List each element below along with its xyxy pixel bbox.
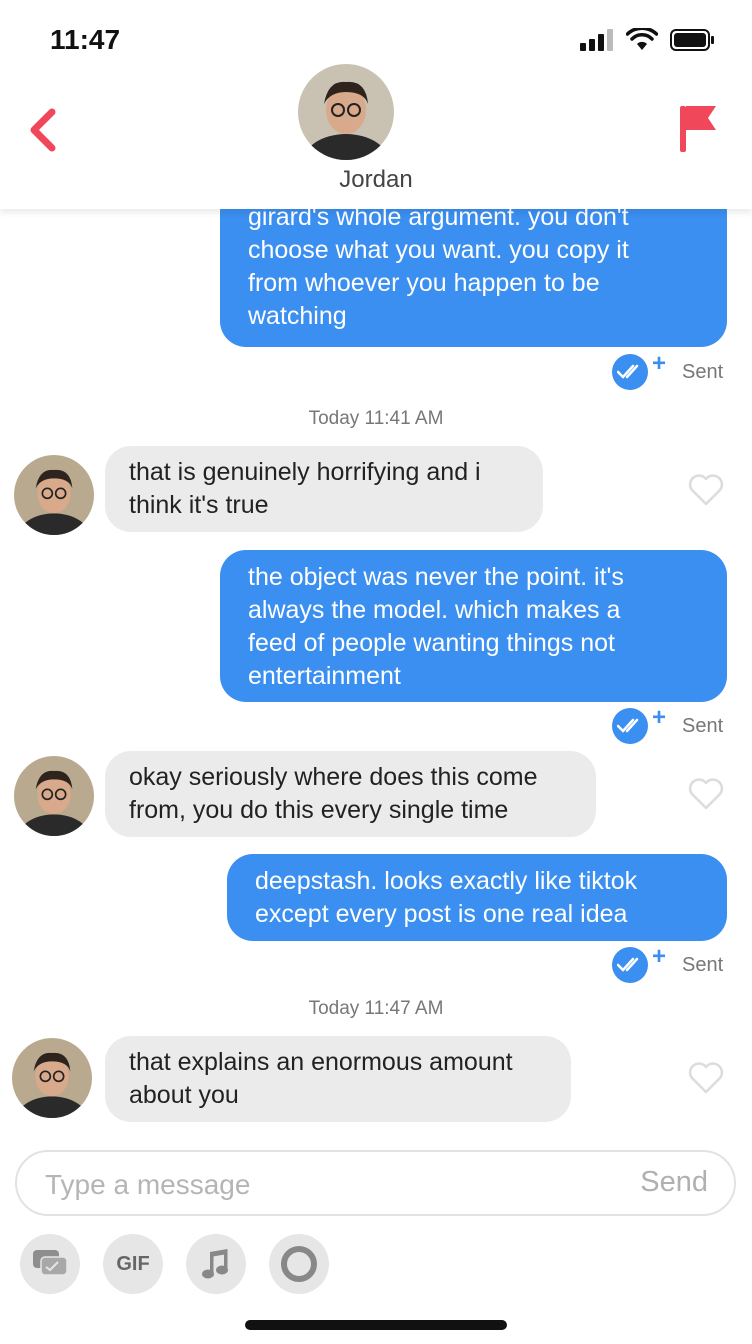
avatar-photo-icon [12, 1038, 92, 1118]
gif-button[interactable]: GIF [103, 1234, 163, 1294]
chat-prompts-button[interactable] [20, 1234, 80, 1294]
outgoing-message[interactable]: deepstash. looks exactly like tiktok exc… [227, 854, 727, 941]
message-input[interactable] [43, 1164, 607, 1206]
double-check-icon [612, 708, 648, 744]
heart-icon[interactable] [688, 778, 724, 810]
double-check-icon [612, 947, 648, 983]
message-composer: Send [15, 1150, 736, 1216]
wifi-icon [626, 28, 658, 50]
message-line: always the model. which makes a [248, 596, 621, 624]
status-icons [580, 28, 716, 52]
circle-button[interactable] [269, 1234, 329, 1294]
avatar[interactable] [14, 455, 94, 535]
gif-label: GIF [116, 1252, 150, 1275]
send-button[interactable]: Send [640, 1166, 708, 1199]
plus-icon: + [652, 350, 667, 377]
plus-icon: + [652, 943, 667, 970]
home-indicator[interactable] [245, 1320, 507, 1330]
message-line: except every post is one real idea [255, 900, 628, 928]
cellular-signal-icon [580, 29, 613, 51]
back-button[interactable] [26, 108, 62, 152]
message-line: choose what you want. you copy it [248, 236, 629, 264]
message-line: the object was never the point. it's [248, 563, 624, 591]
outgoing-message[interactable]: the object was never the point. it's alw… [220, 550, 727, 702]
message-line: think it's true [129, 491, 269, 519]
chevron-left-icon [30, 108, 56, 152]
plus-icon: + [652, 704, 667, 731]
chat-bubbles-icon [33, 1250, 68, 1276]
message-line: okay seriously where does this come [129, 763, 538, 791]
incoming-message[interactable]: that explains an enormous amount about y… [105, 1036, 571, 1122]
message-line: watching [248, 302, 347, 330]
message-line: from, you do this every single time [129, 796, 509, 824]
sent-receipt: + Sent [612, 943, 724, 983]
avatar[interactable] [14, 756, 94, 836]
sent-status: Sent [682, 714, 724, 737]
avatar-photo-icon [14, 455, 94, 535]
sent-receipt: + Sent [612, 350, 724, 390]
contact-name: Jordan [339, 166, 413, 193]
flag-icon [680, 106, 716, 152]
chat-header: 11:47 Jordan [0, 0, 752, 209]
music-note-icon [202, 1249, 228, 1279]
report-flag-button[interactable] [678, 104, 718, 154]
avatar-photo-icon [298, 64, 394, 160]
timestamp: Today 11:41 AM [308, 408, 444, 429]
battery-icon [670, 29, 714, 51]
double-check-icon [612, 354, 648, 390]
sent-status: Sent [682, 360, 724, 383]
header-avatar[interactable] [298, 64, 394, 160]
music-button[interactable] [186, 1234, 246, 1294]
message-line: entertainment [248, 662, 401, 690]
message-line: feed of people wanting things not [248, 629, 615, 657]
ring-icon [281, 1246, 317, 1282]
avatar[interactable] [12, 1038, 92, 1118]
incoming-message[interactable]: okay seriously where does this come from… [105, 751, 596, 837]
status-time: 11:47 [50, 24, 121, 55]
sent-receipt: + Sent [612, 704, 724, 744]
heart-icon[interactable] [688, 1062, 724, 1094]
sent-status: Sent [682, 953, 724, 976]
incoming-message[interactable]: that is genuinely horrifying and i think… [105, 446, 543, 532]
message-line: about you [129, 1081, 239, 1109]
message-line: deepstash. looks exactly like tiktok [255, 867, 638, 895]
heart-icon[interactable] [688, 474, 724, 506]
message-line: from whoever you happen to be [248, 269, 600, 297]
timestamp: Today 11:47 AM [308, 998, 444, 1019]
message-line: that explains an enormous amount [129, 1048, 513, 1076]
message-line: that is genuinely horrifying and i [129, 458, 481, 486]
avatar-photo-icon [14, 756, 94, 836]
outgoing-message[interactable]: girard's whole argument. you don't choos… [220, 186, 727, 347]
